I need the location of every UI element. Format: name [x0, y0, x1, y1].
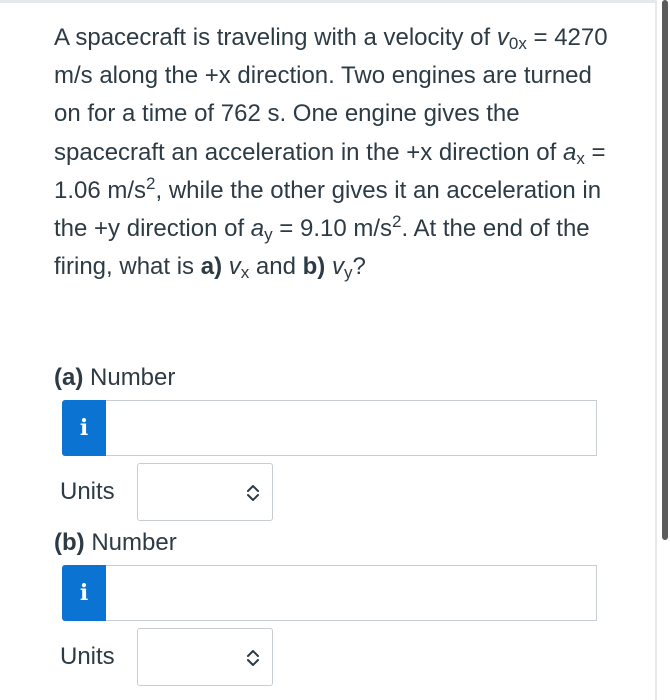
- part-b-label: (b) Number: [54, 529, 177, 557]
- question-segment: ?: [352, 253, 366, 281]
- scrollbar-thumb[interactable]: [662, 0, 668, 540]
- symbol-v: v: [331, 253, 344, 281]
- top-divider: [0, 0, 655, 3]
- info-icon[interactable]: i: [62, 400, 106, 456]
- chevron-up-down-icon: [247, 485, 259, 501]
- superscript: 2: [392, 212, 402, 232]
- question-segment: A spacecraft is traveling with a velocit…: [54, 24, 497, 51]
- symbol-a: a: [562, 138, 577, 166]
- part-a-units-label: Units: [60, 478, 115, 505]
- part-a-number-input[interactable]: [106, 400, 597, 456]
- part-a-marker: a): [200, 253, 223, 281]
- part-b-label-bold: (b): [54, 529, 85, 556]
- symbol-v-subscript: 0x: [508, 34, 527, 53]
- part-b-number-row: i: [62, 565, 597, 621]
- part-b-marker: b): [302, 253, 326, 281]
- symbol-v: v: [228, 253, 241, 281]
- question-text: A spacecraft is traveling with a velocit…: [54, 19, 614, 286]
- part-a-label: (a) Number: [54, 364, 175, 392]
- part-a-label-text: Number: [83, 364, 176, 391]
- symbol-a: a: [250, 215, 265, 243]
- chevron-up-down-icon: [247, 650, 259, 666]
- content-right-border: [655, 0, 657, 700]
- question-segment: = 9.10 m/s: [272, 215, 393, 243]
- question-segment: [325, 253, 332, 280]
- scrollbar[interactable]: [658, 0, 670, 700]
- part-b-label-text: Number: [84, 529, 177, 556]
- question-segment: and: [249, 253, 303, 281]
- part-b-units-label: Units: [60, 643, 115, 670]
- info-icon[interactable]: i: [62, 565, 106, 621]
- part-a-number-row: i: [62, 400, 597, 456]
- superscript: 2: [146, 173, 156, 193]
- question-segment: [222, 253, 229, 280]
- part-b-number-input[interactable]: [106, 565, 597, 621]
- part-a-label-bold: (a): [54, 364, 84, 391]
- part-a-units-select[interactable]: [137, 463, 273, 521]
- page: A spacecraft is traveling with a velocit…: [0, 0, 670, 700]
- part-b-units-select[interactable]: [137, 628, 273, 686]
- symbol-a-subscript: x: [576, 148, 585, 168]
- symbol-a-subscript: y: [264, 225, 273, 245]
- symbol-v-subscript: x: [240, 263, 250, 283]
- symbol-v: v: [496, 24, 509, 51]
